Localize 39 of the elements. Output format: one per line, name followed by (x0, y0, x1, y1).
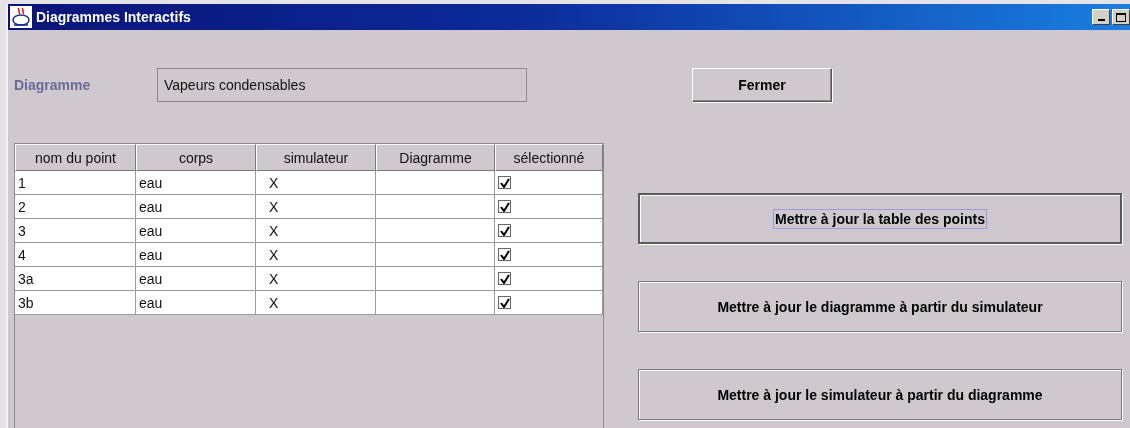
window-title: Diagrammes Interactifs (36, 9, 192, 25)
minimize-button[interactable] (1092, 9, 1110, 25)
checkbox[interactable] (498, 176, 511, 189)
app-icon (10, 6, 32, 28)
column-header[interactable]: Diagramme (376, 144, 495, 171)
table-cell: 3 (15, 219, 136, 243)
column-header[interactable]: corps (136, 144, 256, 171)
checkbox[interactable] (498, 296, 511, 309)
checkbox[interactable] (498, 224, 511, 237)
close-button[interactable]: Fermer (692, 68, 832, 102)
action-button[interactable]: Mettre à jour le diagramme à partir du simulateur (638, 281, 1122, 332)
table-cell: 3b (15, 291, 136, 315)
table-cell: X (256, 291, 376, 315)
field-label: Diagramme (14, 77, 92, 93)
checkbox[interactable] (498, 200, 511, 213)
maximize-button[interactable] (1112, 9, 1130, 25)
column-header[interactable]: simulateur (256, 144, 376, 171)
table-cell: X (256, 195, 376, 219)
table-cell: 4 (15, 243, 136, 267)
table-cell: X (256, 219, 376, 243)
table-cell: X (256, 243, 376, 267)
table-cell: eau (136, 291, 256, 315)
table-cell: eau (136, 171, 256, 195)
checkbox[interactable] (498, 248, 511, 261)
column-header[interactable]: sélectionné (495, 144, 603, 171)
table-cell: X (256, 171, 376, 195)
table-cell: 1 (15, 171, 136, 195)
table-cell: 3a (15, 267, 136, 291)
checkbox[interactable] (498, 272, 511, 285)
table-cell: 2 (15, 195, 136, 219)
table-cell: X (256, 267, 376, 291)
diagram-field[interactable]: Vapeurs condensables (157, 68, 527, 102)
table-cell: eau (136, 195, 256, 219)
action-button[interactable]: Mettre à jour le simulateur à partir du diagramme (638, 369, 1122, 420)
action-button[interactable]: Mettre à jour la table des points (638, 193, 1122, 244)
table-cell: eau (136, 219, 256, 243)
column-header[interactable]: nom du point (15, 144, 136, 171)
table-cell: eau (136, 267, 256, 291)
table-cell: eau (136, 243, 256, 267)
